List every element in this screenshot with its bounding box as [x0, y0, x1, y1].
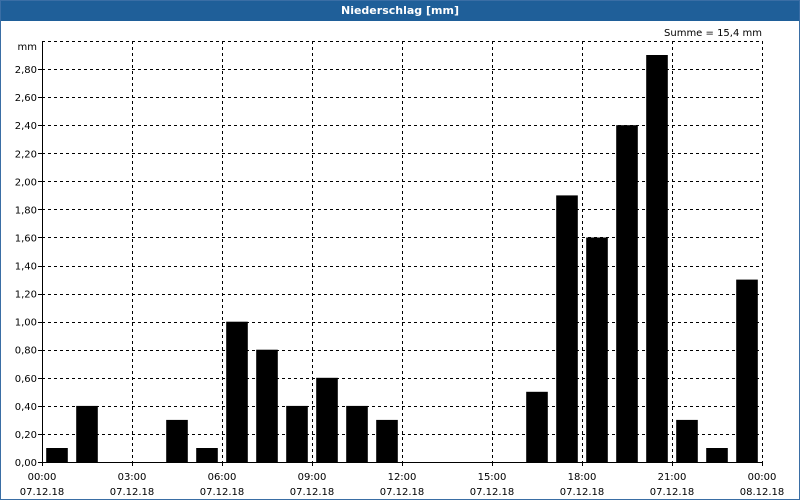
x-tick-label-time: 21:00: [658, 472, 687, 483]
x-tick-label-date: 07.12.18: [560, 487, 605, 498]
x-tick-label-date: 07.12.18: [470, 487, 515, 498]
bar: [166, 419, 188, 462]
y-tick-label: 1,00: [15, 318, 37, 329]
bar: [376, 419, 398, 462]
y-tick-label: 1,20: [15, 290, 37, 301]
precipitation-chart: 0,00 0,20 0,40 0,60 0,80 1,00 1,20 1,40 1,60 1,80…: [15, 28, 785, 498]
bar: [676, 419, 698, 462]
y-tick-label: 1,40: [15, 262, 37, 273]
x-tick-label-time: 06:00: [208, 472, 237, 483]
x-tick-label-date: 07.12.18: [20, 487, 65, 498]
bar: [646, 55, 668, 462]
y-tick-label: 1,80: [15, 205, 37, 216]
window-title: Niederschlag [mm]: [1, 1, 799, 21]
x-tick-label-time: 03:00: [118, 472, 147, 483]
y-tick-labels: 0,00 0,20 0,40 0,60 0,80 1,00 1,20 1,40 1,60 1,80…: [15, 65, 37, 469]
bar: [196, 448, 218, 462]
x-tick-labels: 00:00 07.12.18 03:00 07.12.18 06:00 07.12.18 0…: [20, 472, 785, 498]
y-tick-label: 2,40: [15, 121, 37, 132]
y-tick-label: 0,40: [15, 402, 37, 413]
y-tick-label: 2,00: [15, 177, 37, 188]
x-tick-label-time: 18:00: [568, 472, 597, 483]
x-tick-label-time: 00:00: [748, 472, 777, 483]
y-axis-unit-label: mm: [18, 42, 37, 53]
bar: [586, 237, 608, 462]
bar: [226, 321, 248, 462]
x-tick-label-time: 09:00: [298, 472, 327, 483]
x-tick-label-date: 07.12.18: [650, 487, 695, 498]
bar: [346, 405, 368, 462]
chart-window: Niederschlag [mm] 0,00 0,20 0,40 0,60 0,80 1,…: [0, 0, 800, 500]
bar: [286, 405, 308, 462]
bar: [256, 349, 278, 462]
x-tick-label-time: 15:00: [478, 472, 507, 483]
x-tick-label-date: 07.12.18: [380, 487, 425, 498]
y-tick-label: 2,20: [15, 149, 37, 160]
bar: [706, 448, 728, 462]
y-tick-label: 0,80: [15, 346, 37, 357]
y-tick-label: 2,60: [15, 93, 37, 104]
x-tick-label-date: 08.12.18: [740, 487, 785, 498]
bar: [76, 405, 98, 462]
sum-label: Summe = 15,4 mm: [664, 28, 762, 39]
bar: [616, 125, 638, 462]
y-tick-label: 2,80: [15, 65, 37, 76]
x-tick-label-time: 12:00: [388, 472, 417, 483]
x-tick-label-date: 07.12.18: [290, 487, 335, 498]
bar: [316, 377, 338, 462]
y-tick-label: 0,00: [15, 458, 37, 469]
y-tick-label: 1,60: [15, 234, 37, 245]
y-tick-label: 0,20: [15, 430, 37, 441]
x-tick-label-time: 00:00: [28, 472, 57, 483]
x-tick-label-date: 07.12.18: [110, 487, 155, 498]
y-tick-label: 0,60: [15, 374, 37, 385]
bar: [526, 391, 548, 462]
x-tick-label-date: 07.12.18: [200, 487, 245, 498]
bar: [736, 279, 758, 462]
bar: [46, 448, 68, 462]
bar: [556, 195, 578, 462]
